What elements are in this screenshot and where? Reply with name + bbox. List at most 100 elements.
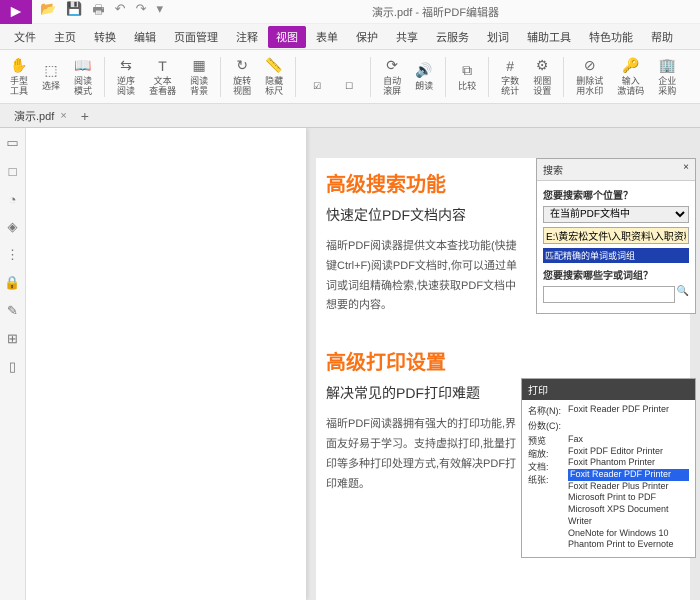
- ribbon-btn-0[interactable]: ✋手型工具: [6, 55, 32, 99]
- sidebar-icon-4[interactable]: ⋮: [6, 248, 20, 262]
- more-icon[interactable]: ▾: [156, 1, 163, 23]
- ribbon-label: 删除试用水印: [576, 77, 603, 97]
- ribbon-label: 自动滚屏: [383, 77, 401, 97]
- ribbon-label: 手型工具: [10, 77, 28, 97]
- close-icon[interactable]: ×: [60, 110, 66, 122]
- search-term-input[interactable]: [543, 286, 675, 303]
- menu-5[interactable]: 注释: [228, 26, 266, 48]
- ribbon-btn-1[interactable]: ⬚ 选择: [38, 60, 64, 94]
- ribbon-btn-17[interactable]: ⧉比较: [454, 60, 480, 94]
- ribbon-btn-24[interactable]: 🏢企业采购: [654, 55, 680, 99]
- sidebar-icon-6[interactable]: ✎: [6, 304, 20, 318]
- titlebar: 📂 💾 🖶 ↶ ↷ ▾ 演示.pdf - 福昕PDF编辑器: [0, 0, 700, 24]
- ribbon-btn-20[interactable]: ⚙视图设置: [529, 55, 555, 99]
- redo-icon[interactable]: ↷: [136, 1, 147, 23]
- ribbon-label: 阅读模式: [74, 77, 92, 97]
- search-title: 搜索: [543, 162, 563, 177]
- match-mode-row[interactable]: 匹配精确的单词或词组: [543, 248, 689, 263]
- print-panel-header: 打印: [522, 379, 695, 400]
- ribbon-btn-4[interactable]: ⇆逆序阅读: [113, 55, 139, 99]
- menu-4[interactable]: 页面管理: [166, 26, 226, 48]
- ribbon-label: 视图设置: [533, 77, 551, 97]
- ribbon-label: ☐: [345, 82, 353, 92]
- window-title: 演示.pdf - 福昕PDF编辑器: [171, 4, 700, 20]
- print-val: Foxit Reader PDF Printer: [568, 404, 689, 414]
- ribbon-icon: [340, 62, 358, 80]
- menu-13[interactable]: 特色功能: [581, 26, 641, 48]
- menu-7[interactable]: 表单: [308, 26, 346, 48]
- menu-0[interactable]: 文件: [6, 26, 44, 48]
- sidebar-icon-8[interactable]: ▯: [6, 360, 20, 374]
- undo-icon[interactable]: ↶: [115, 1, 126, 23]
- ribbon-icon: ▦: [190, 57, 208, 75]
- sidebar-icon-2[interactable]: ◔: [6, 192, 20, 206]
- document-tabbar: 演示.pdf × +: [0, 104, 700, 128]
- ribbon-btn-6[interactable]: ▦阅读背景: [186, 55, 212, 99]
- print-key: 份数(C):: [528, 419, 564, 432]
- ribbon-icon: 🔑: [622, 57, 640, 75]
- menu-9[interactable]: 共享: [388, 26, 426, 48]
- sidebar-icon-5[interactable]: 🔒: [6, 276, 20, 290]
- print-panel: 打印 名称(N): Foxit Reader PDF Printer 份数(C): 预…: [521, 378, 696, 558]
- close-icon[interactable]: ×: [683, 162, 689, 177]
- ribbon-btn-2[interactable]: 📖 阅读模式: [70, 55, 96, 99]
- tab-label: 演示.pdf: [14, 108, 54, 124]
- sidebar-icon-1[interactable]: □: [6, 164, 20, 178]
- search-term-label: 您要搜索哪些字或词组？: [543, 267, 689, 282]
- sidebar-icon-0[interactable]: ▭: [6, 136, 20, 150]
- ribbon-icon: 📖: [74, 57, 92, 75]
- print-side-labels: 预览缩放:文档:纸张:: [528, 434, 564, 486]
- menu-8[interactable]: 保护: [348, 26, 386, 48]
- search-panel: 搜索 × 您要搜索哪个位置？ 在当前PDF文档中 匹配精确的单词或词组 您要搜索…: [536, 158, 696, 314]
- menu-10[interactable]: 云服务: [428, 26, 477, 48]
- ribbon-btn-8[interactable]: ↻旋转视图: [229, 55, 255, 99]
- menu-2[interactable]: 转换: [86, 26, 124, 48]
- ribbon-icon: 🏢: [658, 57, 676, 75]
- search-location-label: 您要搜索哪个位置？: [543, 187, 689, 202]
- printer-list[interactable]: FaxFoxit PDF Editor PrinterFoxit Phantom…: [568, 434, 689, 551]
- ribbon-btn-5[interactable]: T文本查看器: [145, 55, 180, 99]
- page-preview: [26, 128, 306, 600]
- menu-1[interactable]: 主页: [46, 26, 84, 48]
- ribbon-label: 旋转视图: [233, 77, 251, 97]
- search-scope-select[interactable]: 在当前PDF文档中: [543, 206, 689, 223]
- ribbon-label: 选择: [42, 82, 60, 92]
- ribbon-icon: ⟳: [383, 57, 401, 75]
- ribbon-icon: #: [501, 57, 519, 75]
- ribbon-icon: 📏: [265, 57, 283, 75]
- ribbon-icon: ⊘: [581, 57, 599, 75]
- menu-3[interactable]: 编辑: [126, 26, 164, 48]
- menu-14[interactable]: 帮助: [643, 26, 681, 48]
- ribbon-btn-22[interactable]: ⊘ 删除试用水印: [572, 55, 607, 99]
- ribbon-btn-19[interactable]: #字数统计: [497, 55, 523, 99]
- search-icon[interactable]: 🔍: [677, 286, 689, 303]
- ribbon-btn-23[interactable]: 🔑输入激请码: [613, 55, 648, 99]
- ribbon: ✋手型工具 ⬚ 选择 📖 阅读模式 ⇆逆序阅读T文本查看器▦阅读背景 ↻旋转视图 📏 隐藏标尺 ☑…: [0, 50, 700, 104]
- print-icon[interactable]: 🖶: [92, 1, 104, 23]
- search-panel-header: 搜索 ×: [537, 159, 695, 181]
- open-icon[interactable]: 📂: [40, 1, 56, 23]
- menu-6[interactable]: 视图: [268, 26, 306, 48]
- ribbon-label: 朗读: [415, 82, 433, 92]
- new-tab-button[interactable]: +: [81, 108, 89, 124]
- ribbon-label: ☑: [313, 82, 321, 92]
- document-tab[interactable]: 演示.pdf ×: [6, 106, 75, 126]
- print-key: 名称(N):: [528, 404, 564, 417]
- menu-11[interactable]: 划词: [479, 26, 517, 48]
- ribbon-btn-15[interactable]: 🔊 朗读: [411, 60, 437, 94]
- ribbon-btn-14[interactable]: ⟳ 自动滚屏: [379, 55, 405, 99]
- ribbon-label: 逆序阅读: [117, 77, 135, 97]
- sidebar-icon-3[interactable]: ◈: [6, 220, 20, 234]
- menu-12[interactable]: 辅助工具: [519, 26, 579, 48]
- save-icon[interactable]: 💾: [66, 1, 82, 23]
- ribbon-icon: 🔊: [415, 62, 433, 80]
- ribbon-btn-9[interactable]: 📏 隐藏标尺: [261, 55, 287, 99]
- ribbon-btn-12[interactable]: ☐: [336, 60, 362, 94]
- search-path-input[interactable]: [543, 227, 689, 244]
- ribbon-icon: ⬚: [42, 62, 60, 80]
- ribbon-btn-11[interactable]: ☑: [304, 60, 330, 94]
- section-body: 福昕PDF阅读器提供文本查找功能(快捷键Ctrl+F)阅读PDF文档时,你可以通…: [326, 237, 526, 316]
- menubar: 文件主页转换编辑页面管理注释视图表单保护共享云服务划词辅助工具特色功能帮助: [0, 24, 700, 50]
- ribbon-label: 隐藏标尺: [265, 77, 283, 97]
- sidebar-icon-7[interactable]: ⊞: [6, 332, 20, 346]
